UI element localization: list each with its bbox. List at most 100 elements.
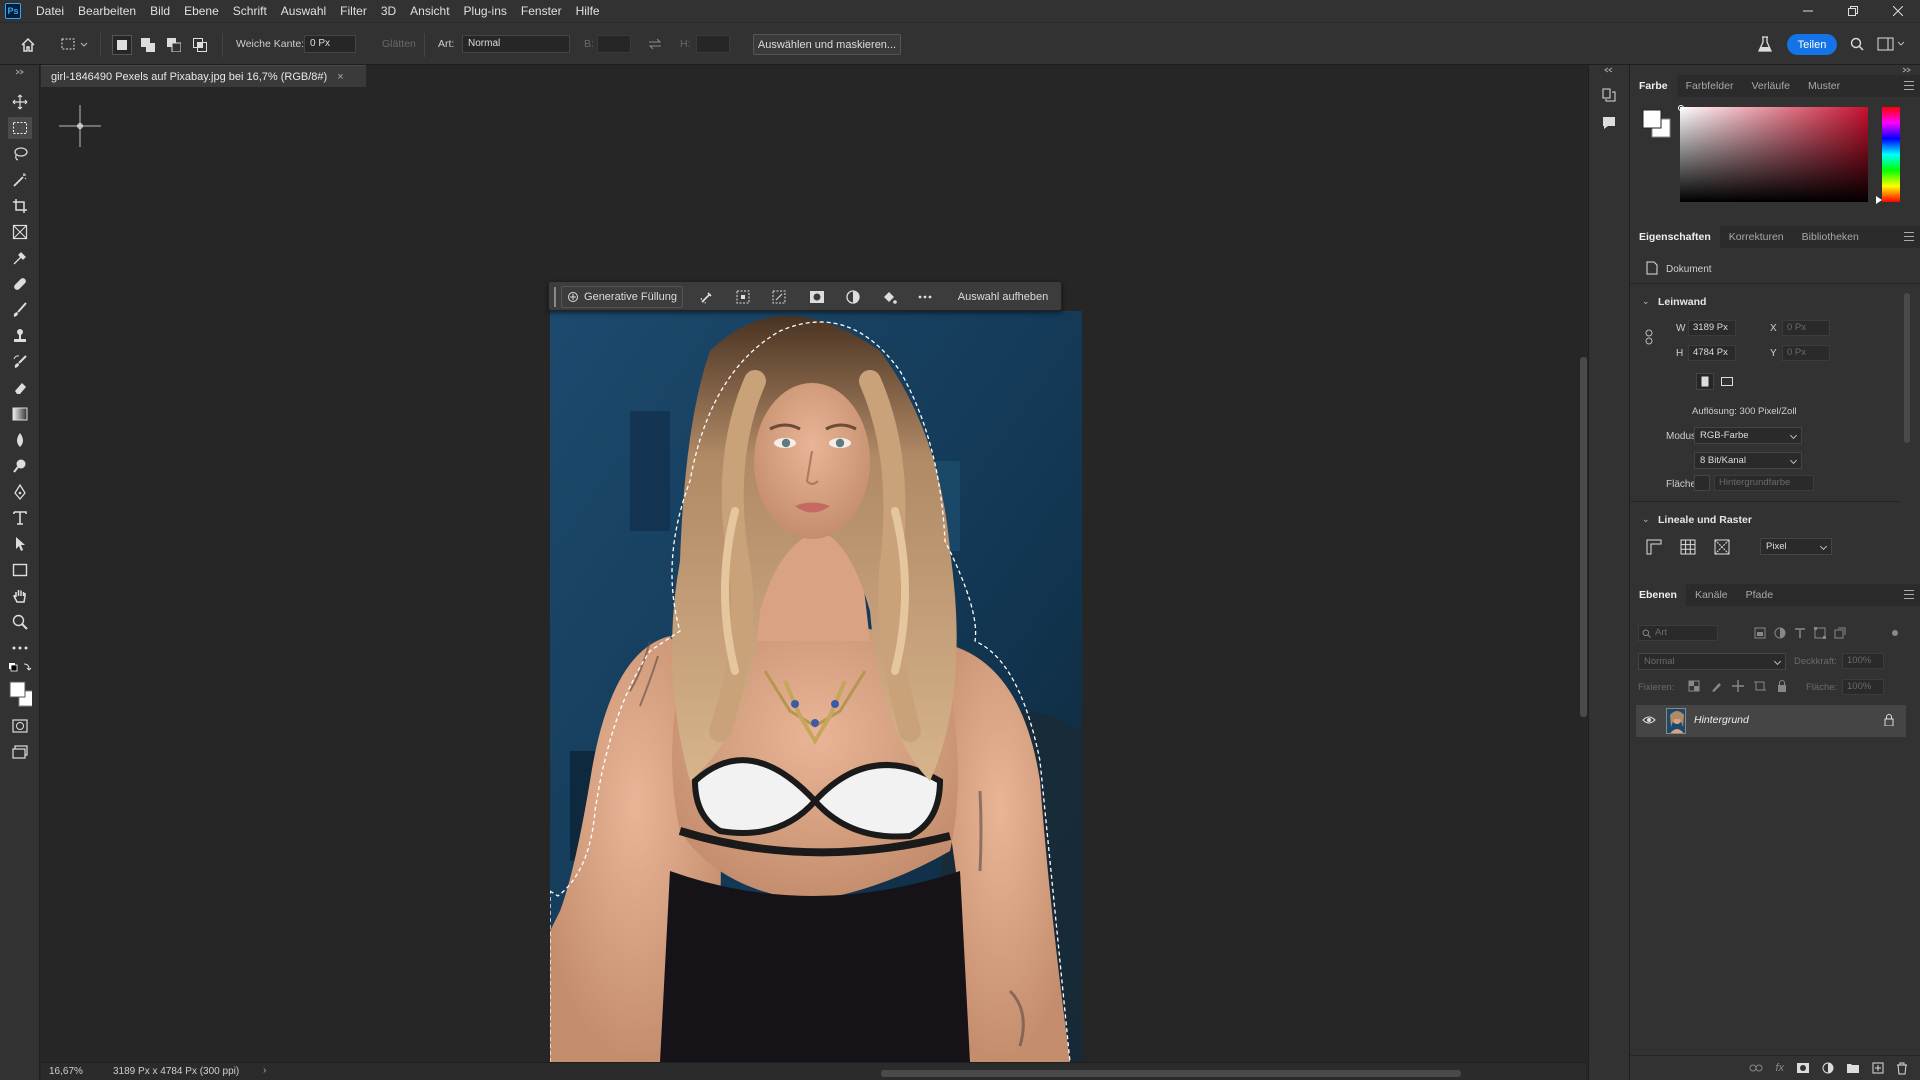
type-tool-icon[interactable] xyxy=(8,507,32,529)
add-selection-icon[interactable] xyxy=(138,35,158,55)
add-mask-icon[interactable] xyxy=(1796,1062,1810,1074)
fill-dropdown[interactable]: Hintergrundfarbe xyxy=(1714,475,1814,491)
brush-tool-icon[interactable] xyxy=(8,299,32,321)
new-layer-icon[interactable] xyxy=(1872,1062,1884,1074)
landscape-orientation-icon[interactable] xyxy=(1718,373,1736,390)
properties-panel-menu-icon[interactable] xyxy=(1904,232,1914,241)
link-layers-icon[interactable] xyxy=(1749,1063,1763,1073)
adjustment-layer-icon[interactable] xyxy=(839,282,867,312)
clone-stamp-icon[interactable] xyxy=(8,325,32,347)
collapse-toolbar-icon[interactable] xyxy=(8,69,32,75)
bit-depth-dropdown[interactable]: 8 Bit/Kanal xyxy=(1694,452,1802,469)
tab-farbe[interactable]: Farbe xyxy=(1630,75,1677,97)
new-adjustment-icon[interactable] xyxy=(1822,1062,1834,1074)
grid-icon[interactable] xyxy=(1680,539,1696,555)
menu-datei[interactable]: Datei xyxy=(29,0,71,22)
canvas-height-input[interactable]: 4784 Px xyxy=(1688,345,1736,361)
swap-dimensions-icon[interactable] xyxy=(646,36,664,52)
layer-fill-input[interactable]: 100% xyxy=(1842,679,1884,695)
menu-bild[interactable]: Bild xyxy=(143,0,177,22)
tab-pfade[interactable]: Pfade xyxy=(1737,584,1782,606)
document-image[interactable] xyxy=(550,311,1082,1062)
blur-tool-icon[interactable] xyxy=(8,429,32,451)
subtract-selection-icon[interactable] xyxy=(164,35,184,55)
modify-selection-icon[interactable] xyxy=(693,282,721,312)
path-selection-icon[interactable] xyxy=(8,533,32,555)
healing-brush-icon[interactable] xyxy=(8,273,32,295)
lock-position-icon[interactable] xyxy=(1732,680,1744,692)
tab-muster[interactable]: Muster xyxy=(1799,75,1849,97)
layers-panel-menu-icon[interactable] xyxy=(1904,590,1914,599)
guides-icon[interactable] xyxy=(1714,539,1730,555)
chevron-right-icon[interactable]: › xyxy=(263,1065,266,1076)
create-mask-icon[interactable] xyxy=(803,282,831,312)
more-options-icon[interactable] xyxy=(911,282,939,312)
rectangle-tool-icon[interactable] xyxy=(8,559,32,581)
smartobject-filter-icon[interactable] xyxy=(1834,627,1846,639)
restore-icon[interactable] xyxy=(1830,0,1875,22)
minimize-icon[interactable] xyxy=(1785,0,1830,22)
new-selection-icon[interactable] xyxy=(112,35,132,55)
mode-dropdown[interactable]: RGB-Farbe xyxy=(1694,427,1802,444)
home-icon[interactable] xyxy=(16,33,40,55)
close-window-icon[interactable] xyxy=(1875,0,1920,22)
antialias-checkbox[interactable]: Glätten xyxy=(368,38,416,50)
layer-lock-icon[interactable] xyxy=(1884,714,1894,726)
comments-panel-icon[interactable] xyxy=(1601,115,1617,131)
dodge-tool-icon[interactable] xyxy=(8,455,32,477)
hue-slider-handle[interactable] xyxy=(1876,196,1882,204)
menu-fenster[interactable]: Fenster xyxy=(514,0,569,22)
intersect-selection-icon[interactable] xyxy=(190,35,210,55)
layer-name[interactable]: Hintergrund xyxy=(1694,714,1749,726)
filter-toggle[interactable] xyxy=(1892,630,1898,636)
opacity-input[interactable]: 100% xyxy=(1842,653,1884,669)
lock-all-icon[interactable] xyxy=(1776,680,1788,692)
share-button[interactable]: Teilen xyxy=(1787,34,1837,55)
document-tab[interactable]: girl-1846490 Pexels auf Pixabay.jpg bei … xyxy=(41,65,366,87)
tab-verlaeufe[interactable]: Verläufe xyxy=(1742,75,1799,97)
color-panel-menu-icon[interactable] xyxy=(1904,81,1914,90)
menu-bearbeiten[interactable]: Bearbeiten xyxy=(71,0,143,22)
menu-hilfe[interactable]: Hilfe xyxy=(569,0,607,22)
crop-tool-icon[interactable] xyxy=(8,195,32,217)
gradient-tool-icon[interactable] xyxy=(8,403,32,425)
menu-schrift[interactable]: Schrift xyxy=(226,0,274,22)
foreground-background-color[interactable] xyxy=(8,679,32,709)
style-dropdown[interactable]: Normal xyxy=(462,35,570,53)
blend-mode-dropdown[interactable]: Normal xyxy=(1638,653,1786,670)
portrait-orientation-icon[interactable] xyxy=(1696,373,1714,390)
tab-eigenschaften[interactable]: Eigenschaften xyxy=(1630,226,1720,248)
menu-auswahl[interactable]: Auswahl xyxy=(274,0,333,22)
close-tab-icon[interactable]: × xyxy=(337,71,343,83)
menu-3d[interactable]: 3D xyxy=(374,0,403,22)
lock-transparent-icon[interactable] xyxy=(1688,680,1700,692)
magic-wand-icon[interactable] xyxy=(8,169,32,191)
hue-slider[interactable] xyxy=(1882,107,1900,202)
history-brush-icon[interactable] xyxy=(8,351,32,373)
tab-ebenen[interactable]: Ebenen xyxy=(1630,584,1686,606)
quick-mask-icon[interactable] xyxy=(8,715,32,737)
layer-row[interactable]: Hintergrund xyxy=(1636,705,1906,737)
flask-icon[interactable] xyxy=(1754,33,1776,55)
default-colors-icon[interactable] xyxy=(8,661,32,675)
menu-filter[interactable]: Filter xyxy=(333,0,374,22)
pen-tool-icon[interactable] xyxy=(8,481,32,503)
trash-icon[interactable] xyxy=(1896,1062,1908,1075)
canvas-y-input[interactable]: 0 Px xyxy=(1782,345,1830,361)
canvas-x-input[interactable]: 0 Px xyxy=(1782,320,1830,336)
tab-korrekturen[interactable]: Korrekturen xyxy=(1720,226,1793,248)
color-field[interactable] xyxy=(1680,107,1868,202)
eyedropper-icon[interactable] xyxy=(8,247,32,269)
height-input[interactable] xyxy=(696,35,730,53)
tab-kanaele[interactable]: Kanäle xyxy=(1686,584,1737,606)
zoom-tool-icon[interactable] xyxy=(8,611,32,633)
collapse-panels-icon[interactable] xyxy=(1603,67,1613,73)
menu-plugins[interactable]: Plug-ins xyxy=(457,0,514,22)
deselect-button[interactable]: Auswahl aufheben xyxy=(951,282,1055,312)
generative-fill-button[interactable]: Generative Füllung xyxy=(561,286,683,308)
link-icon[interactable] xyxy=(1644,329,1654,345)
select-and-mask-button[interactable]: Auswählen und maskieren... xyxy=(753,34,901,55)
canvas-width-input[interactable]: 3189 Px xyxy=(1688,320,1736,336)
invert-selection-icon[interactable] xyxy=(765,282,793,312)
more-tools-icon[interactable] xyxy=(8,637,32,659)
